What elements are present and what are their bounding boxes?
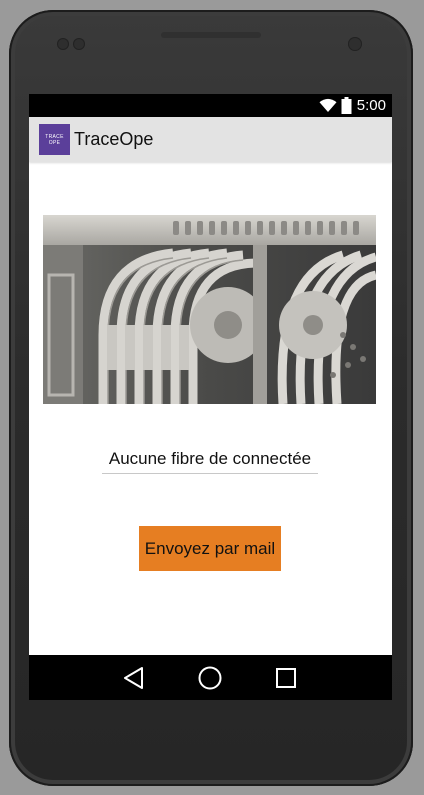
app-title: TraceOpe <box>74 129 154 149</box>
front-camera <box>348 37 362 51</box>
wifi-icon <box>319 98 337 112</box>
navigation-bar <box>29 655 392 700</box>
earpiece-speaker <box>161 32 261 38</box>
connection-status-text: Aucune fibre de connectée <box>102 449 318 474</box>
status-bar: 5:00 <box>29 94 392 117</box>
status-time: 5:00 <box>356 97 386 114</box>
front-sensor <box>73 38 85 50</box>
app-bar: TRACE OPE TraceOpe <box>29 117 392 162</box>
recents-icon[interactable] <box>273 665 299 691</box>
battery-icon <box>341 97 352 114</box>
device-screen: 5:00 TRACE OPE TraceOpe Aucune fibre de … <box>29 94 392 700</box>
fiber-cassettes-illustration <box>43 215 378 405</box>
front-sensor <box>57 38 69 50</box>
app-logo: TRACE OPE <box>39 124 70 155</box>
send-by-mail-button[interactable]: Envoyez par mail <box>139 526 281 571</box>
fiber-cassettes-image <box>43 215 378 405</box>
app-logo-text: OPE <box>48 139 61 146</box>
back-icon[interactable] <box>121 665 147 691</box>
home-icon[interactable] <box>197 665 223 691</box>
